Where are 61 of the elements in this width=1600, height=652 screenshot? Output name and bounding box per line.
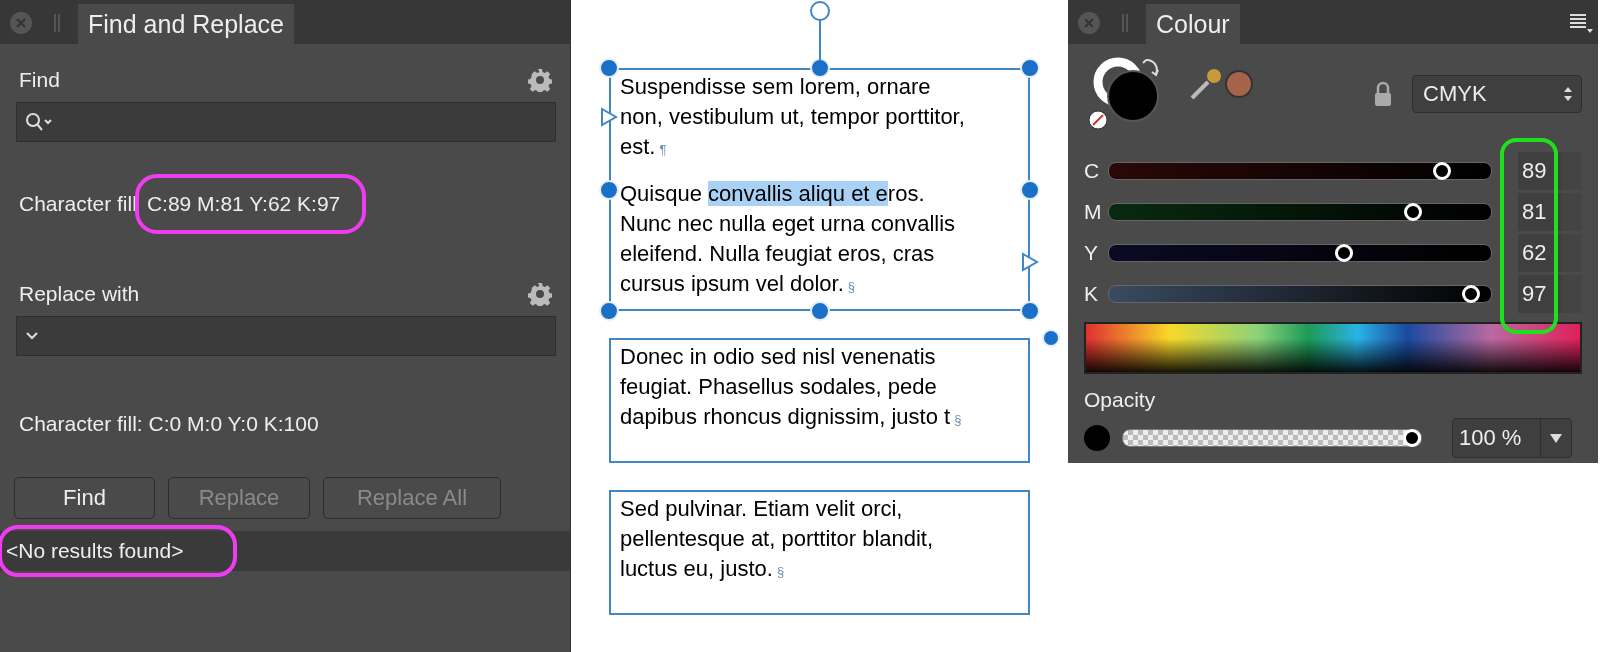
resize-handle[interactable] <box>599 301 619 321</box>
channel-slider[interactable] <box>1108 202 1492 221</box>
resize-handle[interactable] <box>809 58 830 78</box>
channel-value[interactable]: 62 <box>1518 233 1582 272</box>
lock-icon[interactable] <box>1374 81 1392 107</box>
paragraph-text: Suspendisse sem lorem, ornare non, vestibulum ut, tempor porttitor, est. ¶ <box>620 73 965 161</box>
channel-label: C <box>1084 158 1101 183</box>
opacity-label: Opacity <box>1084 388 1157 412</box>
text-flow-icon[interactable] <box>600 106 618 127</box>
eyedropper-icon[interactable] <box>1188 66 1224 102</box>
paragraph-text: Donec in odio sed nisl venenatis feugiat. Phasellus sodales, pede dapibus rhoncus dignissim, justo t § <box>620 343 962 431</box>
find-field[interactable] <box>16 102 556 142</box>
caret-icon[interactable] <box>25 331 39 341</box>
search-icon[interactable] <box>25 112 53 132</box>
channel-value[interactable]: 89 <box>1518 151 1582 190</box>
panel-tab[interactable]: Find and Replace <box>78 4 294 44</box>
resize-handle[interactable] <box>1020 179 1040 200</box>
resize-handle[interactable] <box>1020 58 1040 78</box>
channel-value[interactable]: 97 <box>1518 274 1582 313</box>
paragraph-text: Sed pulvinar. Etiam velit orci, pellentesque at, porttitor blandit, luctus eu, justo. § <box>620 495 934 583</box>
slider-thumb[interactable] <box>1462 284 1481 303</box>
drag-handle-icon[interactable] <box>54 14 60 32</box>
format-text: Character fill: C:0 M:0 Y:0 K:100 <box>19 412 319 436</box>
settings-icon[interactable] <box>528 282 552 306</box>
link-handle[interactable] <box>1042 328 1061 347</box>
text-flow-icon[interactable] <box>1021 252 1039 273</box>
resize-handle[interactable] <box>809 301 830 321</box>
channel-slider[interactable] <box>1108 243 1492 262</box>
opacity-swatch <box>1084 425 1110 451</box>
text-frame[interactable]: Sed pulvinar. Etiam velit orci, pellentesque at, porttitor blandit, luctus eu, justo. § <box>609 490 1030 615</box>
resize-handle[interactable] <box>599 179 619 200</box>
colour-swatch[interactable] <box>1224 69 1254 99</box>
replace-label: Replace with <box>19 282 140 306</box>
channel-slider[interactable] <box>1108 284 1492 303</box>
settings-icon[interactable] <box>528 68 552 92</box>
replace-field[interactable] <box>16 316 556 356</box>
slider-thumb[interactable] <box>1403 429 1421 447</box>
text-frame[interactable]: Donec in odio sed nisl venenatis feugiat. Phasellus sodales, pede dapibus rhoncus dignissim, justo t § <box>609 338 1030 463</box>
channel-label: Y <box>1084 240 1099 265</box>
resize-handle[interactable] <box>1020 301 1040 321</box>
resize-handle[interactable] <box>599 58 619 78</box>
find-label: Find <box>19 68 60 92</box>
action-button[interactable]: Find <box>14 477 155 519</box>
slider-thumb[interactable] <box>1403 202 1422 221</box>
slider-thumb[interactable] <box>1432 161 1451 180</box>
panel-tab[interactable]: Colour <box>1146 4 1240 44</box>
channel-slider[interactable] <box>1108 161 1492 180</box>
channel-value[interactable]: 81 <box>1518 192 1582 231</box>
opacity-slider[interactable] <box>1122 429 1422 447</box>
colour-model-select[interactable]: CMYK <box>1412 75 1582 113</box>
rotation-handle[interactable] <box>808 0 831 60</box>
drag-handle-icon[interactable] <box>1122 14 1128 32</box>
channel-label: K <box>1084 281 1099 306</box>
channel-label: M <box>1084 199 1103 224</box>
opacity-field[interactable]: 100 % <box>1452 418 1572 458</box>
colour-spectrum[interactable] <box>1084 322 1582 374</box>
paragraph-text: Quisque convallis aliqu et eros. Nunc nec nulla eget urna convallis eleifend. Nulla feugiat eros, cras cursus ipsum vel dolor. § <box>620 180 956 298</box>
format-value: C:89 M:81 Y:62 K:97 <box>134 174 367 234</box>
slider-thumb[interactable] <box>1334 243 1353 262</box>
menu-icon[interactable] <box>1568 12 1594 34</box>
results-text: <No results found> <box>0 525 238 577</box>
